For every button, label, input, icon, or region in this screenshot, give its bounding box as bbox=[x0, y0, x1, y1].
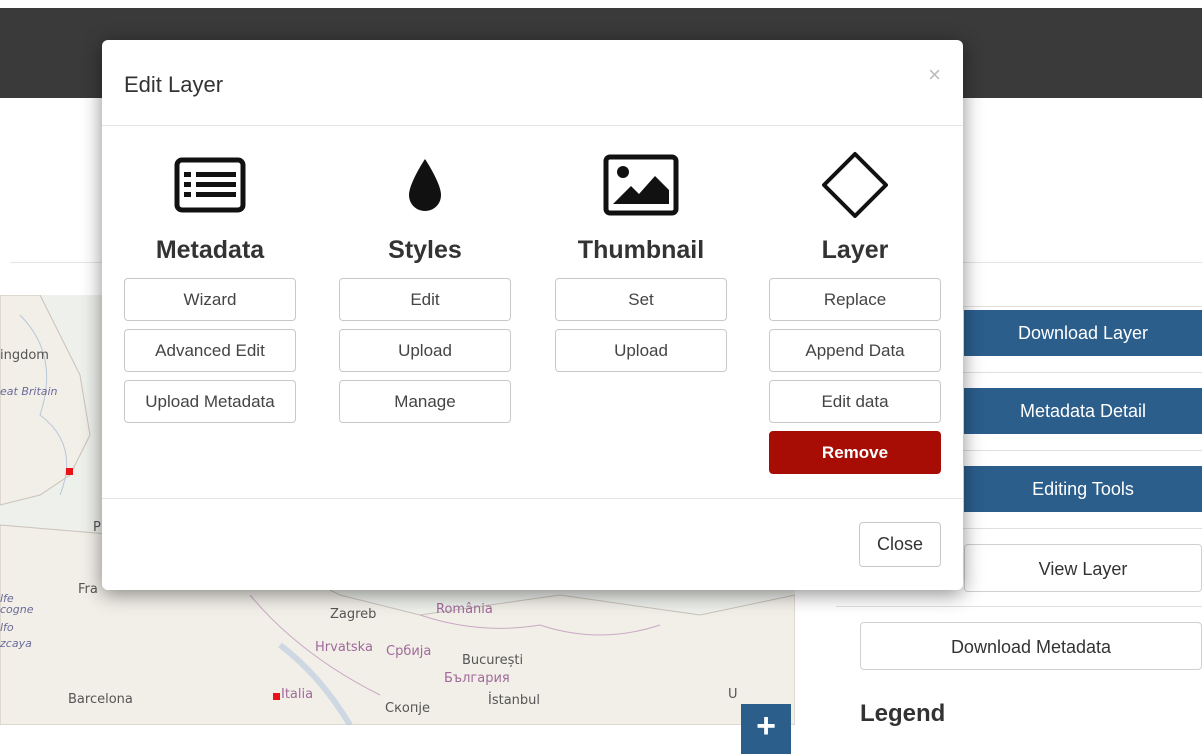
layer-heading: Layer bbox=[821, 236, 889, 264]
upload-metadata-button[interactable]: Upload Metadata bbox=[124, 380, 296, 423]
metadata-wizard-button[interactable]: Wizard bbox=[124, 278, 296, 321]
styles-upload-button[interactable]: Upload bbox=[339, 329, 511, 372]
metadata-column: Metadata Wizard Advanced Edit Upload Met… bbox=[124, 140, 296, 423]
modal-footer-divider bbox=[102, 498, 963, 499]
diamond-icon bbox=[769, 140, 941, 230]
styles-manage-button[interactable]: Manage bbox=[339, 380, 511, 423]
styles-edit-button[interactable]: Edit bbox=[339, 278, 511, 321]
modal-header-divider bbox=[102, 125, 963, 126]
close-button[interactable]: Close bbox=[859, 522, 941, 567]
image-icon bbox=[555, 140, 727, 230]
append-data-button[interactable]: Append Data bbox=[769, 329, 941, 372]
remove-layer-button[interactable]: Remove bbox=[769, 431, 941, 474]
thumbnail-heading: Thumbnail bbox=[577, 236, 705, 264]
thumbnail-column: Thumbnail Set Upload bbox=[555, 140, 727, 372]
edit-data-button[interactable]: Edit data bbox=[769, 380, 941, 423]
modal-title: Edit Layer bbox=[124, 72, 224, 97]
styles-heading: Styles bbox=[388, 236, 462, 264]
thumbnail-upload-button[interactable]: Upload bbox=[555, 329, 727, 372]
layer-column: Layer Replace Append Data Edit data Remo… bbox=[769, 140, 941, 474]
edit-layer-modal: Edit Layer × Metadata Wizard Advanced Ed… bbox=[102, 40, 963, 590]
advanced-edit-button[interactable]: Advanced Edit bbox=[124, 329, 296, 372]
metadata-heading: Metadata bbox=[155, 236, 265, 264]
drop-icon bbox=[339, 140, 511, 230]
layer-replace-button[interactable]: Replace bbox=[769, 278, 941, 321]
list-icon bbox=[124, 140, 296, 230]
styles-column: Styles Edit Upload Manage bbox=[339, 140, 511, 423]
close-icon[interactable]: × bbox=[928, 62, 941, 88]
thumbnail-set-button[interactable]: Set bbox=[555, 278, 727, 321]
